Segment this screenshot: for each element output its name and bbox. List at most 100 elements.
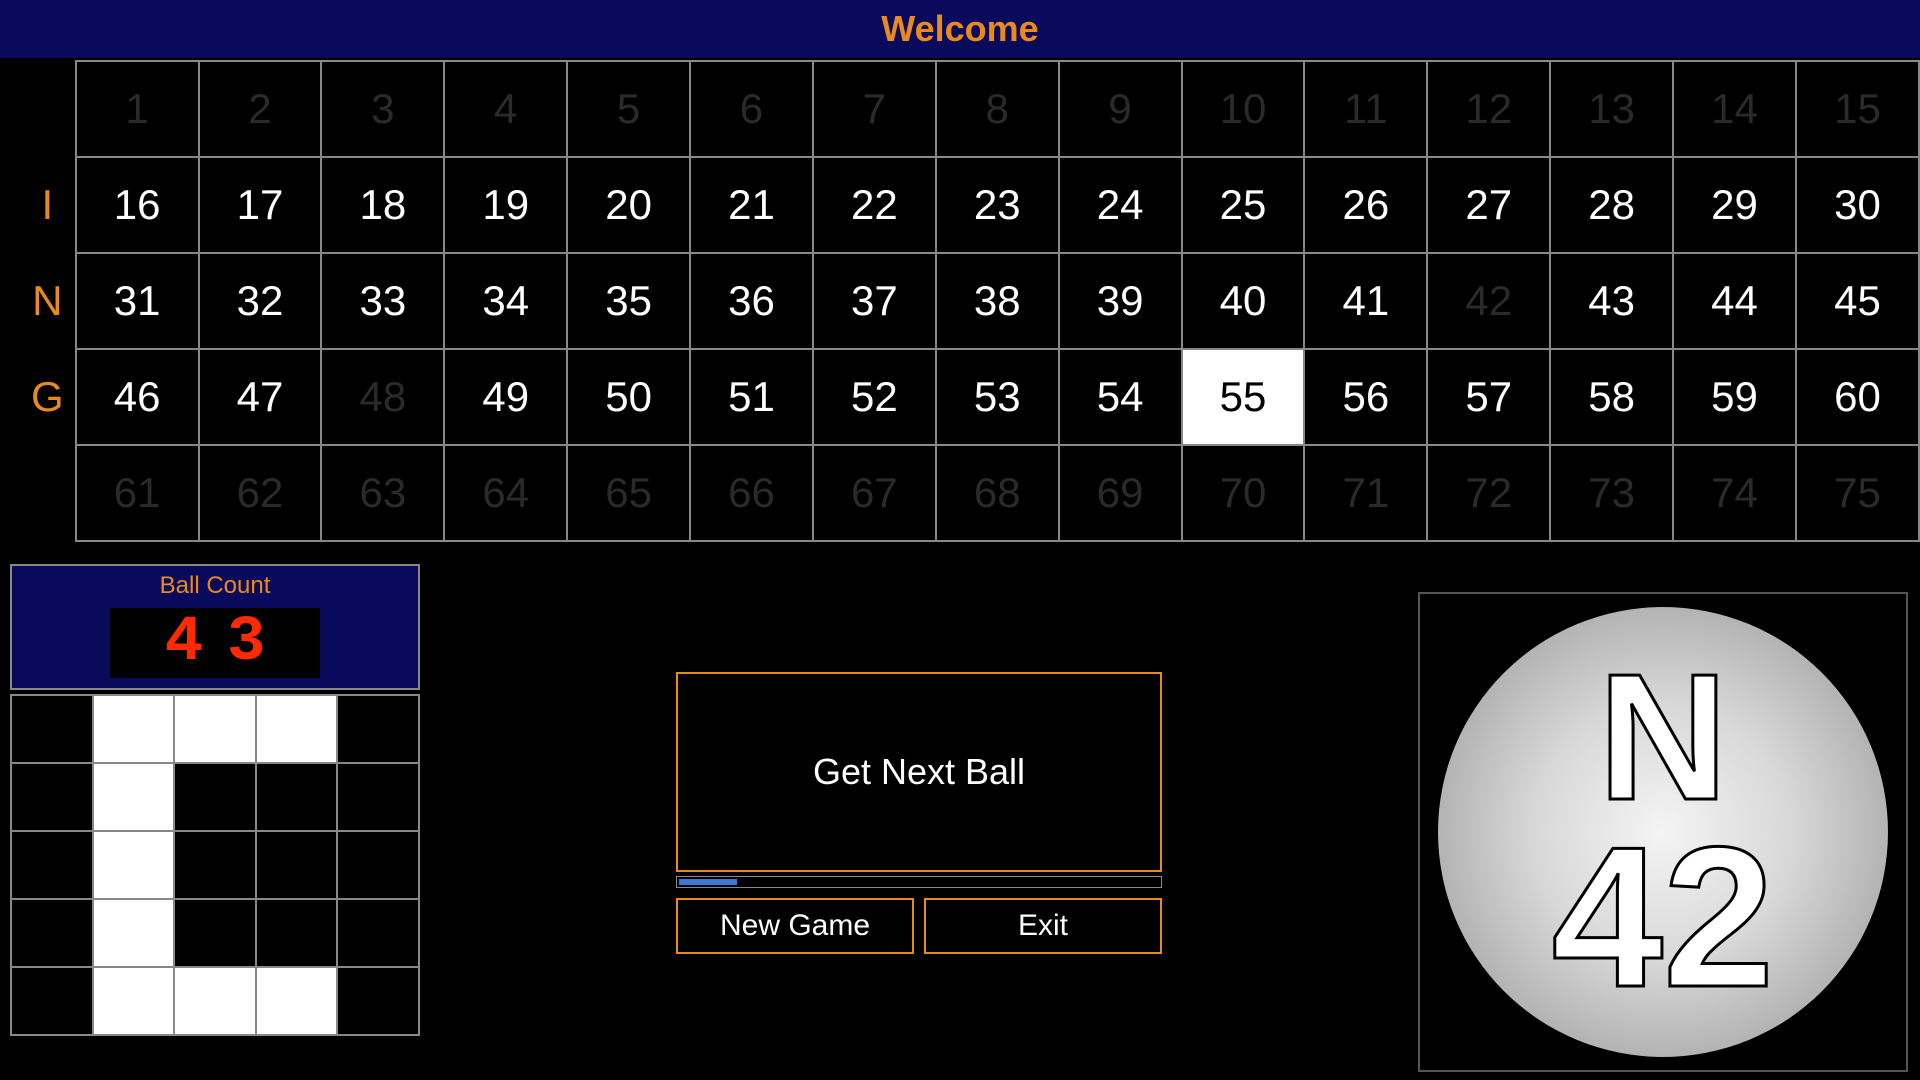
board-cell[interactable]: 5 [567, 61, 690, 157]
board-cell[interactable]: 56 [1304, 349, 1427, 445]
board-cell[interactable]: 36 [690, 253, 813, 349]
board-cell[interactable]: 17 [199, 157, 322, 253]
board-cell[interactable]: 58 [1550, 349, 1673, 445]
pattern-cell[interactable] [256, 899, 338, 967]
board-cell[interactable]: 60 [1796, 349, 1919, 445]
pattern-cell[interactable] [256, 967, 338, 1035]
board-cell[interactable]: 22 [813, 157, 936, 253]
board-cell[interactable]: 41 [1304, 253, 1427, 349]
board-cell[interactable]: 4 [444, 61, 567, 157]
pattern-cell[interactable] [11, 899, 93, 967]
board-cell[interactable]: 57 [1427, 349, 1550, 445]
board-cell[interactable]: 10 [1182, 61, 1305, 157]
board-cell[interactable]: 43 [1550, 253, 1673, 349]
pattern-cell[interactable] [11, 763, 93, 831]
get-next-ball-button[interactable]: Get Next Ball [676, 672, 1162, 872]
pattern-cell[interactable] [337, 763, 419, 831]
board-cell[interactable]: 47 [199, 349, 322, 445]
board-cell[interactable]: 44 [1673, 253, 1796, 349]
board-cell[interactable]: 19 [444, 157, 567, 253]
board-cell[interactable]: 64 [444, 445, 567, 541]
board-cell[interactable]: 15 [1796, 61, 1919, 157]
board-cell[interactable]: 26 [1304, 157, 1427, 253]
exit-button[interactable]: Exit [924, 898, 1162, 954]
pattern-cell[interactable] [174, 967, 256, 1035]
board-cell[interactable]: 23 [936, 157, 1059, 253]
pattern-cell[interactable] [337, 695, 419, 763]
board-cell[interactable]: 20 [567, 157, 690, 253]
board-cell[interactable]: 69 [1059, 445, 1182, 541]
board-cell[interactable]: 62 [199, 445, 322, 541]
board-cell[interactable]: 49 [444, 349, 567, 445]
board-cell[interactable]: 28 [1550, 157, 1673, 253]
board-cell[interactable]: 7 [813, 61, 936, 157]
board-cell[interactable]: 71 [1304, 445, 1427, 541]
pattern-cell[interactable] [337, 831, 419, 899]
board-cell[interactable]: 75 [1796, 445, 1919, 541]
board-cell[interactable]: 68 [936, 445, 1059, 541]
pattern-cell[interactable] [256, 831, 338, 899]
new-game-button[interactable]: New Game [676, 898, 914, 954]
board-cell[interactable]: 2 [199, 61, 322, 157]
board-cell[interactable]: 72 [1427, 445, 1550, 541]
board-cell[interactable]: 32 [199, 253, 322, 349]
pattern-cell[interactable] [174, 763, 256, 831]
pattern-cell[interactable] [11, 831, 93, 899]
board-cell[interactable]: 27 [1427, 157, 1550, 253]
board-cell[interactable]: 11 [1304, 61, 1427, 157]
pattern-cell[interactable] [337, 899, 419, 967]
board-cell[interactable]: 9 [1059, 61, 1182, 157]
board-cell[interactable]: 33 [321, 253, 444, 349]
board-cell[interactable]: 61 [76, 445, 199, 541]
board-cell[interactable]: 51 [690, 349, 813, 445]
pattern-cell[interactable] [93, 763, 175, 831]
board-cell[interactable]: 12 [1427, 61, 1550, 157]
board-cell[interactable]: 37 [813, 253, 936, 349]
pattern-cell[interactable] [93, 831, 175, 899]
board-cell[interactable]: 29 [1673, 157, 1796, 253]
board-cell[interactable]: 73 [1550, 445, 1673, 541]
board-cell[interactable]: 63 [321, 445, 444, 541]
board-cell[interactable]: 21 [690, 157, 813, 253]
board-cell[interactable]: 46 [76, 349, 199, 445]
board-cell[interactable]: 14 [1673, 61, 1796, 157]
pattern-cell[interactable] [93, 967, 175, 1035]
board-cell[interactable]: 45 [1796, 253, 1919, 349]
pattern-cell[interactable] [11, 695, 93, 763]
board-cell[interactable]: 24 [1059, 157, 1182, 253]
pattern-cell[interactable] [256, 695, 338, 763]
board-cell[interactable]: 39 [1059, 253, 1182, 349]
board-cell[interactable]: 25 [1182, 157, 1305, 253]
board-cell[interactable]: 74 [1673, 445, 1796, 541]
pattern-cell[interactable] [337, 967, 419, 1035]
pattern-cell[interactable] [174, 831, 256, 899]
board-cell[interactable]: 70 [1182, 445, 1305, 541]
board-cell[interactable]: 30 [1796, 157, 1919, 253]
board-cell[interactable]: 54 [1059, 349, 1182, 445]
board-cell[interactable]: 53 [936, 349, 1059, 445]
board-cell[interactable]: 42 [1427, 253, 1550, 349]
board-cell[interactable]: 40 [1182, 253, 1305, 349]
board-cell[interactable]: 52 [813, 349, 936, 445]
board-cell[interactable]: 1 [76, 61, 199, 157]
board-cell[interactable]: 50 [567, 349, 690, 445]
pattern-cell[interactable] [174, 695, 256, 763]
board-cell[interactable]: 55 [1182, 349, 1305, 445]
board-cell[interactable]: 6 [690, 61, 813, 157]
board-cell[interactable]: 35 [567, 253, 690, 349]
board-cell[interactable]: 31 [76, 253, 199, 349]
board-cell[interactable]: 65 [567, 445, 690, 541]
board-cell[interactable]: 38 [936, 253, 1059, 349]
board-cell[interactable]: 48 [321, 349, 444, 445]
board-cell[interactable]: 67 [813, 445, 936, 541]
board-cell[interactable]: 3 [321, 61, 444, 157]
pattern-cell[interactable] [174, 899, 256, 967]
board-cell[interactable]: 34 [444, 253, 567, 349]
board-cell[interactable]: 13 [1550, 61, 1673, 157]
board-cell[interactable]: 8 [936, 61, 1059, 157]
pattern-cell[interactable] [93, 899, 175, 967]
board-cell[interactable]: 18 [321, 157, 444, 253]
board-cell[interactable]: 59 [1673, 349, 1796, 445]
board-cell[interactable]: 16 [76, 157, 199, 253]
pattern-cell[interactable] [256, 763, 338, 831]
